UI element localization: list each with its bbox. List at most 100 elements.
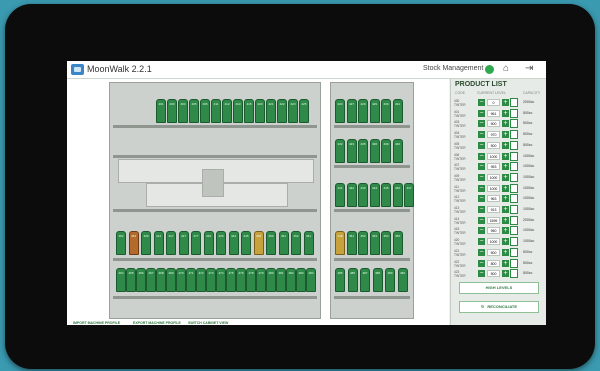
canister-slot[interactable]: 470 (176, 268, 186, 292)
canister-slot[interactable]: 404 (178, 99, 188, 123)
increase-button[interactable]: + (502, 163, 509, 171)
canister-slot[interactable]: 427 (178, 231, 189, 255)
current-level-input[interactable]: 913 (487, 206, 500, 213)
current-level-input[interactable]: 800 (487, 259, 500, 267)
canister-slot[interactable]: 409 (141, 231, 151, 255)
switch-cabinet-view-link[interactable]: SWITCH CABINET VIEW (188, 321, 228, 325)
canister-slot[interactable]: 445 (381, 183, 391, 207)
canister-icon[interactable] (510, 151, 518, 161)
canister-slot[interactable]: 430 (381, 99, 391, 123)
current-level-input[interactable]: 953 (487, 163, 500, 171)
current-level-input[interactable]: 963 (487, 195, 500, 203)
current-level-input[interactable]: 961 (487, 109, 500, 117)
canister-slot[interactable]: 444 (369, 183, 380, 207)
canister-slot[interactable]: 448 (335, 231, 345, 255)
canister-icon[interactable] (510, 108, 518, 118)
canister-slot[interactable]: 477 (191, 231, 201, 255)
canister-slot[interactable]: 420 (255, 99, 265, 123)
canister-slot[interactable]: 480 (266, 268, 276, 292)
canister-slot[interactable]: 463 (128, 231, 139, 255)
current-level-input[interactable]: 970 (487, 131, 500, 139)
canister-slot[interactable]: 439 (381, 139, 391, 163)
canister-icon[interactable] (510, 119, 518, 129)
increase-button[interactable]: + (502, 173, 509, 181)
increase-button[interactable]: + (502, 248, 509, 256)
import-machine-profile-link[interactable]: IMPORT MACHINE PROFILE (73, 321, 120, 325)
current-level-input[interactable]: 0 (487, 99, 500, 106)
home-icon[interactable]: ⌂ (503, 63, 509, 75)
current-level-input[interactable]: 500 (487, 120, 500, 128)
decrease-button[interactable]: − (478, 152, 485, 160)
canister-icon[interactable] (510, 269, 518, 279)
canister-slot[interactable]: 448 (253, 231, 264, 255)
canister-slot[interactable]: 467 (146, 268, 156, 292)
decrease-button[interactable]: − (478, 270, 485, 278)
canister-slot[interactable]: 406 (200, 99, 210, 123)
canister-icon[interactable] (510, 237, 518, 247)
increase-button[interactable]: + (502, 184, 509, 192)
canister-icon[interactable] (510, 98, 518, 107)
canister-slot[interactable]: 469 (166, 268, 176, 292)
increase-button[interactable]: + (502, 99, 509, 106)
increase-button[interactable]: + (502, 195, 509, 203)
canister-slot[interactable]: 424 (335, 99, 345, 123)
decrease-button[interactable]: − (478, 227, 485, 235)
canister-icon[interactable] (510, 247, 518, 257)
canister-slot[interactable]: 486 (347, 268, 358, 292)
canister-slot[interactable]: 482 (286, 268, 296, 292)
canister-slot[interactable]: 455 (392, 231, 403, 255)
canister-slot[interactable]: 405 (189, 99, 199, 123)
canister-slot[interactable]: 440 (392, 139, 403, 163)
canister-slot[interactable]: 465 (126, 268, 136, 292)
decrease-button[interactable]: − (478, 131, 485, 139)
canister-slot[interactable]: 462 (116, 231, 126, 255)
canister-slot[interactable]: 485 (335, 268, 345, 292)
current-level-input[interactable]: 500 (487, 248, 500, 256)
canister-slot[interactable]: 478 (246, 268, 256, 292)
canister-slot[interactable]: 419 (203, 231, 214, 255)
canister-slot[interactable]: 414 (153, 231, 164, 255)
decrease-button[interactable]: − (478, 195, 485, 203)
increase-button[interactable]: + (502, 131, 509, 139)
canister-slot[interactable]: 425 (299, 99, 309, 123)
canister-slot[interactable]: 451 (346, 231, 357, 255)
canister-slot[interactable]: 476 (236, 268, 246, 292)
canister-slot[interactable]: 441 (335, 183, 345, 207)
canister-slot[interactable]: 433 (346, 139, 357, 163)
canister-slot[interactable]: 451 (278, 231, 289, 255)
decrease-button[interactable]: − (478, 238, 485, 246)
canister-slot[interactable]: 481 (276, 268, 286, 292)
canister-slot[interactable]: 435 (358, 139, 368, 163)
increase-button[interactable]: + (502, 238, 509, 246)
canister-slot[interactable]: 446 (392, 183, 403, 207)
export-machine-profile-link[interactable]: EXPORT MACHINE PROFILE (133, 321, 181, 325)
increase-button[interactable]: + (502, 227, 509, 235)
decrease-button[interactable]: − (478, 141, 485, 149)
canister-slot[interactable]: 443 (358, 183, 368, 207)
canister-slot[interactable]: 475 (226, 268, 236, 292)
current-level-input[interactable]: 950 (487, 227, 500, 235)
canister-slot[interactable]: 488 (372, 268, 383, 292)
decrease-button[interactable]: − (478, 99, 485, 106)
canister-slot[interactable]: 444 (228, 231, 239, 255)
canister-slot[interactable]: 447 (404, 183, 414, 207)
current-level-input[interactable]: 1599 (487, 216, 500, 224)
decrease-button[interactable]: − (478, 173, 485, 181)
canister-slot[interactable]: 479 (256, 268, 266, 292)
canister-slot[interactable]: 431 (392, 99, 403, 123)
canister-slot[interactable]: 429 (369, 99, 380, 123)
increase-button[interactable]: + (502, 141, 509, 149)
canister-icon[interactable] (510, 258, 518, 268)
increase-button[interactable]: + (502, 206, 509, 213)
decrease-button[interactable]: − (478, 259, 485, 267)
canister-slot[interactable]: 423 (288, 99, 298, 123)
canister-slot[interactable]: 426 (216, 231, 226, 255)
decrease-button[interactable]: − (478, 216, 485, 224)
canister-slot[interactable]: 466 (136, 268, 146, 292)
canister-slot[interactable]: 421 (266, 99, 276, 123)
current-level-input[interactable]: 1000 (487, 238, 500, 246)
canister-slot[interactable]: 415 (244, 99, 254, 123)
canister-slot[interactable]: 484 (306, 268, 316, 292)
canister-slot[interactable]: 474 (216, 268, 226, 292)
canister-slot[interactable]: 453 (369, 231, 380, 255)
